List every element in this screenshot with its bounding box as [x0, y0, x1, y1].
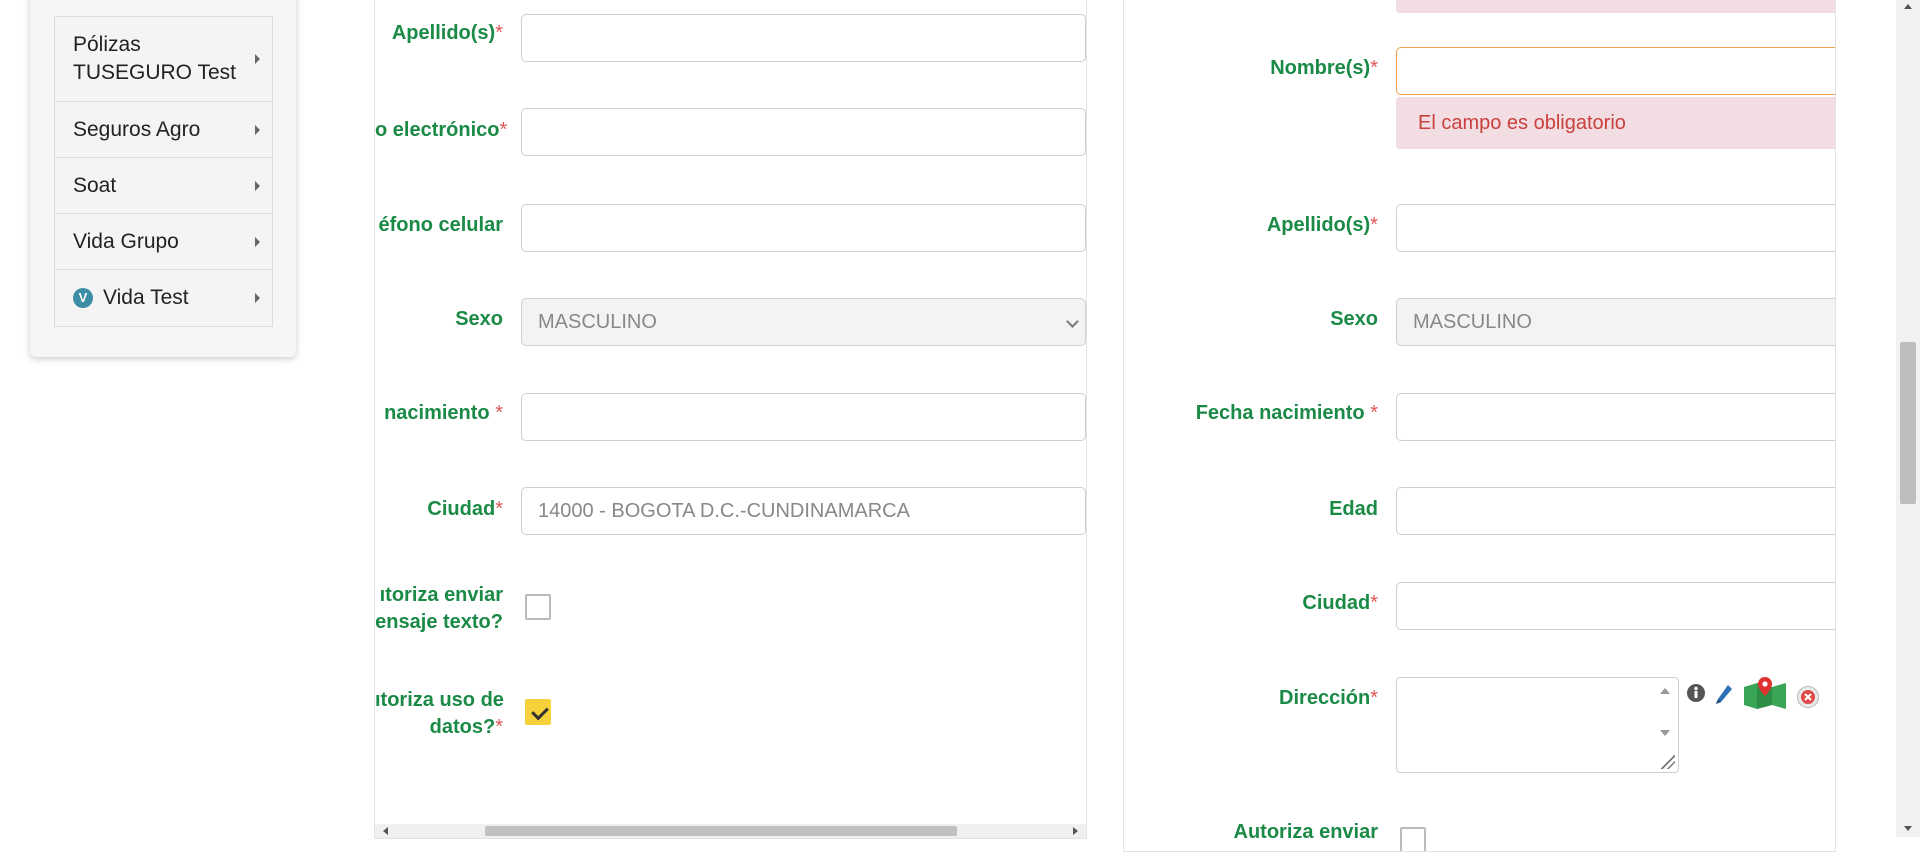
asegurado-form-panel: Nombre(s)* El campo es obligatorio Apell… [1123, 0, 1836, 852]
map-pin-icon[interactable] [1742, 675, 1788, 711]
close-icon[interactable] [1796, 685, 1820, 709]
ciudad-input[interactable]: 14000 - BOGOTA D.C.-CUNDINAMARCA [521, 487, 1086, 535]
sidebar-item-label: Pólizas TUSEGURO Test [73, 33, 236, 84]
apellidos-input[interactable] [521, 14, 1086, 62]
pencil-icon[interactable] [1714, 683, 1734, 707]
chevron-down-icon [1066, 315, 1079, 328]
edad-input[interactable] [1396, 487, 1835, 535]
telefono-input[interactable] [521, 204, 1086, 252]
nombres-input[interactable] [1396, 47, 1835, 95]
sidebar-item-label: Soat [73, 173, 117, 197]
autoriza-enviar-checkbox[interactable] [1400, 827, 1426, 851]
nombres-error-message: El campo es obligatorio [1396, 97, 1835, 149]
page-vertical-scrollbar[interactable] [1896, 0, 1920, 837]
sidebar-item-polizas-tuseguro-test[interactable]: Pólizas TUSEGURO Test [55, 17, 272, 102]
ciudad-input[interactable] [1396, 582, 1835, 630]
sidebar-item-vida-test[interactable]: V Vida Test [55, 270, 272, 326]
autoriza-enviar-label: Autoriza enviar [1233, 821, 1378, 843]
sidebar-card: Pólizas TUSEGURO Test Seguros Agro Soat … [30, 0, 296, 357]
sidebar-item-label: Vida Grupo [73, 229, 179, 253]
autoriza-datos-label: ıtoriza uso de datos?* [375, 689, 504, 738]
ciudad-label: Ciudad* [1302, 592, 1378, 614]
fecha-nacimiento-label: nacimiento * [384, 402, 503, 424]
caret-right-icon [255, 124, 260, 135]
sexo-label: Sexo [1330, 308, 1378, 330]
nombres-label: Nombre(s)* [1270, 57, 1378, 79]
horizontal-scrollbar[interactable] [375, 824, 1086, 838]
caret-right-icon [255, 54, 260, 64]
apellidos-label: Apellido(s)* [391, 22, 503, 44]
caret-right-icon [255, 236, 260, 247]
direccion-label: Dirección* [1279, 687, 1378, 709]
scroll-right-icon[interactable] [1073, 827, 1078, 835]
correo-input[interactable] [521, 108, 1086, 156]
sidebar-item-vida-grupo[interactable]: Vida Grupo [55, 214, 272, 270]
info-icon[interactable] [1686, 683, 1706, 703]
scroll-up-icon[interactable] [1904, 4, 1912, 9]
previous-error-message [1396, 0, 1835, 13]
sexo-select[interactable]: MASCULINO [1396, 298, 1835, 346]
sexo-label: Sexo [455, 308, 503, 330]
ciudad-value: 14000 - BOGOTA D.C.-CUNDINAMARCA [538, 499, 910, 522]
sidebar-menu: Pólizas TUSEGURO Test Seguros Agro Soat … [54, 16, 273, 327]
fecha-nacimiento-input[interactable] [521, 393, 1086, 441]
sidebar-item-label: Seguros Agro [73, 117, 201, 141]
caret-right-icon [255, 293, 260, 303]
sidebar-item-soat[interactable]: Soat [55, 158, 272, 214]
sexo-select[interactable]: MASCULINO [521, 298, 1086, 346]
autoriza-texto-checkbox[interactable] [525, 594, 551, 620]
sexo-select-value: MASCULINO [538, 310, 657, 333]
fecha-nacimiento-input[interactable] [1396, 393, 1835, 441]
autoriza-datos-checkbox[interactable] [525, 699, 551, 725]
vida-logo-icon: V [73, 288, 93, 308]
fecha-nacimiento-label: Fecha nacimiento * [1195, 402, 1378, 424]
telefono-label: éfono celular [378, 214, 503, 236]
correo-label: o electrónico* [375, 119, 508, 141]
autoriza-texto-label: ıtoriza enviar ensaje texto? [375, 584, 503, 633]
apellidos-label: Apellido(s)* [1266, 214, 1378, 236]
ciudad-label: Ciudad* [427, 498, 503, 520]
textarea-scroll-up-icon[interactable] [1660, 688, 1670, 694]
horizontal-scrollbar-thumb[interactable] [485, 826, 957, 836]
resize-handle-icon[interactable] [1661, 755, 1675, 769]
edad-label: Edad [1329, 498, 1378, 520]
vertical-scrollbar-thumb[interactable] [1900, 342, 1916, 504]
scroll-left-icon[interactable] [383, 827, 388, 835]
caret-right-icon [255, 180, 260, 191]
sidebar-item-seguros-agro[interactable]: Seguros Agro [55, 102, 272, 158]
scroll-down-icon[interactable] [1904, 826, 1912, 831]
apellidos-input[interactable] [1396, 204, 1835, 252]
direccion-textarea[interactable] [1396, 677, 1679, 773]
tomador-form-panel: Apellido(s)* o electrónico* éfono celula… [374, 0, 1087, 839]
sidebar-item-label: Vida Test [103, 286, 189, 309]
textarea-scroll-down-icon[interactable] [1660, 730, 1670, 736]
sexo-select-value: MASCULINO [1413, 310, 1532, 333]
